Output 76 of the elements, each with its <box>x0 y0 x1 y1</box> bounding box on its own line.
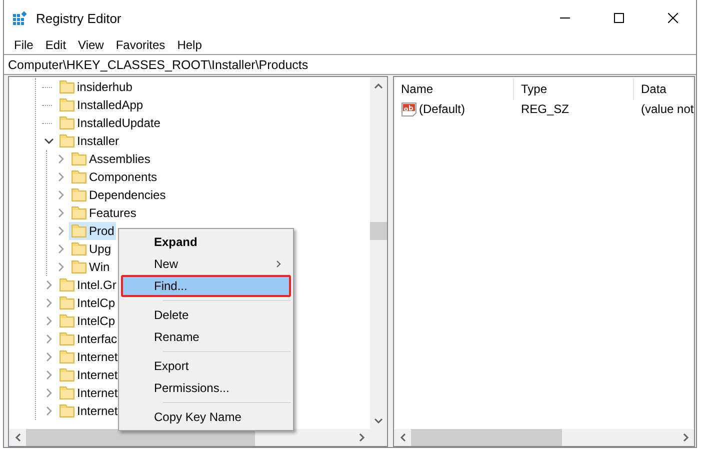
folder-icon <box>59 277 75 293</box>
folder-icon <box>59 79 75 95</box>
tree-item[interactable]: Installer <box>57 132 122 150</box>
window-title: Registry Editor <box>36 10 122 26</box>
folder-icon <box>71 187 87 203</box>
folder-icon <box>59 385 75 401</box>
menu-item[interactable]: Favorites <box>110 38 172 52</box>
folder-icon <box>59 133 75 149</box>
address-field[interactable]: Computer\HKEY_CLASSES_ROOT\Installer\Products <box>4 54 696 75</box>
vertical-scrollbar[interactable] <box>370 77 387 429</box>
tree-item[interactable]: Internet <box>57 384 120 402</box>
menu-item[interactable]: Copy Key Name <box>121 406 291 428</box>
menu-item[interactable]: New <box>121 253 291 275</box>
menu-item[interactable]: Find... <box>121 275 291 297</box>
folder-icon <box>59 331 75 347</box>
column-header[interactable]: Data <box>634 78 694 100</box>
maximize-icon <box>614 13 624 23</box>
tree-item[interactable]: Internet <box>57 366 120 384</box>
scroll-right-icon[interactable] <box>682 433 688 442</box>
tree-item[interactable]: InstalledApp <box>57 96 146 114</box>
scroll-down-icon[interactable] <box>374 418 383 424</box>
value-type: REG_SZ <box>520 102 570 116</box>
folder-icon <box>59 295 75 311</box>
tree-item[interactable]: Upg <box>69 240 114 258</box>
scroll-left-icon[interactable] <box>14 433 20 442</box>
folder-icon <box>59 403 75 419</box>
tree-item[interactable]: Interfac <box>57 330 120 348</box>
tree-item[interactable]: Win <box>69 258 112 276</box>
folder-icon <box>71 259 87 275</box>
column-header[interactable]: Name <box>394 78 514 100</box>
scroll-right-icon[interactable] <box>358 433 364 442</box>
scroll-left-icon[interactable] <box>400 433 406 442</box>
folder-icon <box>71 169 87 185</box>
scroll-up-icon[interactable] <box>374 82 383 88</box>
tree-item[interactable]: Internet <box>57 402 120 420</box>
horizontal-scrollbar[interactable] <box>9 429 387 446</box>
horizontal-scrollbar[interactable] <box>394 429 694 446</box>
menu-item[interactable]: Delete <box>121 304 291 326</box>
folder-icon <box>71 223 87 239</box>
folder-icon <box>59 349 75 365</box>
menu-item[interactable]: View <box>72 38 110 52</box>
menu-item[interactable]: Edit <box>39 38 72 52</box>
folder-icon <box>59 313 75 329</box>
menu-item[interactable]: File <box>8 38 40 52</box>
folder-icon <box>71 151 87 167</box>
folder-icon <box>59 97 75 113</box>
value-name: (Default) <box>419 102 466 116</box>
tree-item[interactable]: IntelCp <box>57 312 118 330</box>
tree-item[interactable]: Prod <box>69 222 116 240</box>
registry-icon <box>12 10 28 26</box>
tree-item[interactable]: Dependencies <box>69 186 168 204</box>
tree-item[interactable]: Features <box>69 204 138 222</box>
folder-icon <box>59 115 75 131</box>
column-header[interactable]: Type <box>514 78 634 100</box>
scrollbar-thumb[interactable] <box>411 429 562 446</box>
tree-item[interactable]: Components <box>69 168 160 186</box>
tree-item[interactable]: Internet <box>57 348 120 366</box>
tree-item[interactable]: Intel.Gr <box>57 276 118 294</box>
chevron-down-icon[interactable] <box>44 137 54 145</box>
menu-item[interactable]: Rename <box>121 326 291 348</box>
tree-item[interactable]: IntelCp <box>57 294 118 312</box>
folder-icon <box>71 205 87 221</box>
tree-item[interactable]: insiderhub <box>57 78 134 96</box>
menu-item[interactable]: Help <box>171 38 208 52</box>
scrollbar-thumb[interactable] <box>26 429 255 446</box>
menu-item[interactable]: Permissions... <box>121 377 291 399</box>
menu-item[interactable]: Expand <box>121 231 291 253</box>
tree-item[interactable]: InstalledUpdate <box>57 114 162 132</box>
scrollbar-thumb[interactable] <box>370 222 387 240</box>
value-data: (value not <box>640 102 694 116</box>
tree-item[interactable]: Assemblies <box>69 150 152 168</box>
close-icon <box>668 13 678 23</box>
folder-icon <box>59 367 75 383</box>
menu-item[interactable]: Export <box>121 355 291 377</box>
folder-icon <box>71 241 87 257</box>
string-value-icon <box>401 101 417 117</box>
